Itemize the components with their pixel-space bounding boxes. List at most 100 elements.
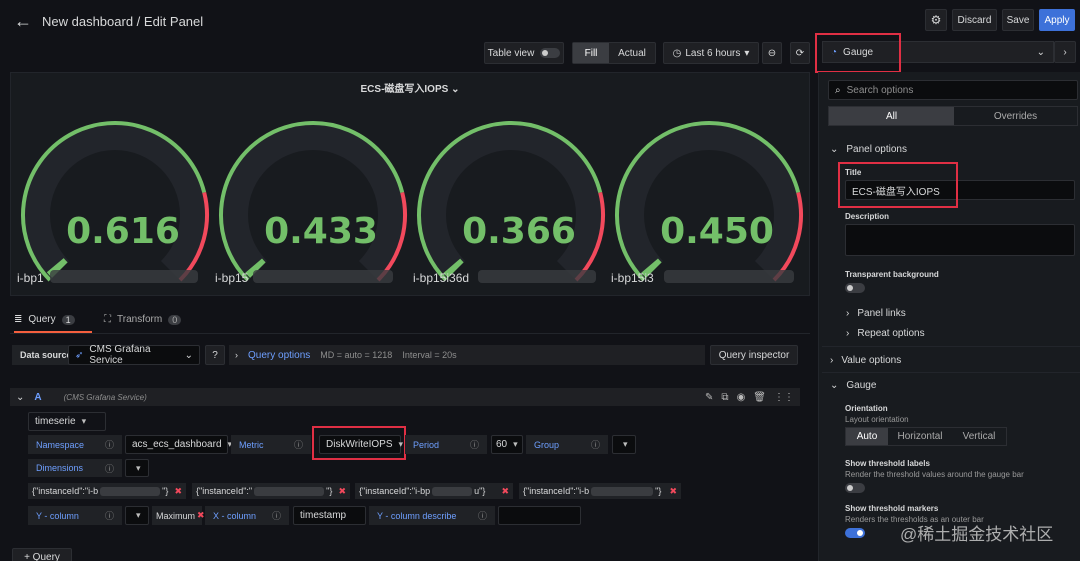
group-select[interactable] — [612, 435, 636, 454]
data-source-picker[interactable]: ➶ CMS Grafana Service ⌄ — [68, 344, 200, 366]
dimension-chip[interactable]: {"instanceId":"i-bp u"} ✖ — [355, 483, 513, 499]
highlight-metric — [312, 426, 406, 460]
x-column-input[interactable]: timestamp — [293, 506, 366, 525]
table-view-label: Table view — [487, 47, 535, 59]
query-inspector-button[interactable]: Query inspector — [710, 345, 798, 365]
edit-icon[interactable]: ✎ — [705, 392, 713, 403]
tab-overrides[interactable]: Overrides — [954, 107, 1077, 125]
actual-button[interactable]: Actual — [609, 43, 655, 63]
highlight-visualization — [815, 33, 901, 73]
drag-handle-icon[interactable]: ⋮⋮ — [774, 392, 794, 403]
query-options-bar[interactable]: › Query options MD = auto = 1218 Interva… — [229, 345, 705, 365]
tab-transform-count: 0 — [168, 314, 182, 325]
metric-label: Metric ⓘ — [231, 435, 311, 454]
delete-icon[interactable]: 🗑 — [753, 392, 766, 403]
x-column-label-text: X - column — [213, 510, 257, 521]
gauge: 0.433 i-bp15 — [215, 121, 407, 285]
panel-links-title: Panel links — [857, 308, 906, 319]
interval-value: Interval = 20s — [402, 350, 457, 360]
chevron-down-icon: ⌄ — [184, 349, 193, 361]
dimension-value: {"instanceId":" — [196, 486, 253, 496]
md-value: MD = auto = 1218 — [320, 350, 393, 360]
query-ref: A — [34, 391, 42, 403]
info-icon: ⓘ — [469, 440, 479, 450]
repeat-options-section[interactable]: › Repeat options — [846, 328, 925, 339]
dimensions-label-text: Dimensions — [36, 463, 84, 473]
query-type-value: timeserie — [35, 416, 76, 427]
orientation-horizontal[interactable]: Horizontal — [888, 428, 952, 445]
redacted-label — [664, 270, 794, 283]
threshold-markers-toggle[interactable] — [845, 528, 865, 538]
group-label-text: Group — [534, 439, 560, 450]
namespace-label: Namespace ⓘ — [28, 435, 122, 454]
dimensions-select[interactable] — [125, 459, 149, 477]
divider — [822, 346, 1080, 347]
remove-icon[interactable]: ✖ — [501, 486, 509, 497]
chevron-right-icon[interactable]: › — [1054, 41, 1076, 63]
discard-button[interactable]: Discard — [952, 9, 997, 31]
chevron-right-icon: › — [846, 308, 850, 319]
panel-links-section[interactable]: › Panel links — [846, 308, 906, 319]
add-query-button[interactable]: + Query — [12, 548, 72, 561]
orientation-auto[interactable]: Auto — [846, 428, 888, 445]
gauge: 0.366 i-bp15i36d — [413, 121, 605, 285]
period-select[interactable]: 60 — [491, 435, 523, 454]
dimension-chip[interactable]: {"instanceId":" "} ✖ — [192, 483, 350, 499]
tab-query[interactable]: ≣ Query 1 — [14, 314, 92, 333]
redacted-text — [254, 486, 325, 496]
remove-icon[interactable]: ✖ — [174, 486, 182, 497]
gauge-value: 0.366 — [462, 211, 576, 252]
time-range-picker[interactable]: ◷ Last 6 hours ▾ — [663, 42, 759, 64]
y-column-describe-input[interactable] — [498, 506, 581, 525]
orientation-vertical[interactable]: Vertical — [952, 428, 1006, 445]
remove-icon[interactable]: ✖ — [669, 486, 677, 497]
y-column-select[interactable] — [125, 506, 149, 525]
toggle-switch[interactable] — [540, 48, 561, 58]
gauge-section[interactable]: ⌄ Gauge — [830, 380, 876, 391]
query-type-select[interactable]: timeserie — [28, 412, 106, 431]
y-column-describe-label-text: Y - column describe — [377, 510, 457, 521]
value-options-section[interactable]: › Value options — [830, 355, 901, 366]
duplicate-icon[interactable]: ⧉ — [721, 392, 728, 403]
gauge-label: i-bp15 — [215, 271, 249, 285]
info-icon: ⓘ — [590, 440, 600, 450]
namespace-select[interactable]: acs_ecs_dashboard — [125, 435, 228, 454]
orientation-label: Orientation — [845, 404, 888, 413]
threshold-labels-toggle[interactable] — [845, 483, 865, 493]
x-column-label: X - column ⓘ — [205, 506, 289, 525]
panel-options-title: Panel options — [846, 144, 907, 155]
remove-icon[interactable]: ✖ — [197, 510, 205, 521]
value-options-title: Value options — [841, 355, 902, 366]
query-row-header[interactable]: ⌄ A (CMS Grafana Service) ✎ ⧉ ◉ 🗑 ⋮⋮ — [10, 388, 800, 406]
highlight-title — [838, 162, 958, 208]
remove-icon[interactable]: ✖ — [338, 486, 346, 497]
settings-gear-icon[interactable]: ⚙ — [925, 9, 947, 31]
period-label: Period ⓘ — [405, 435, 487, 454]
description-textarea[interactable] — [845, 224, 1075, 256]
fill-button[interactable]: Fill — [573, 43, 609, 63]
tab-all[interactable]: All — [829, 107, 954, 125]
transparent-toggle[interactable] — [845, 283, 865, 293]
refresh-icon[interactable]: ⟳ — [790, 42, 810, 64]
namespace-value: acs_ecs_dashboard — [132, 439, 222, 450]
dimension-chip[interactable]: {"instanceId":"i-b "} ✖ — [28, 483, 186, 499]
threshold-labels-label: Show threshold labels — [845, 459, 930, 468]
dimensions-label: Dimensions ⓘ — [28, 459, 122, 477]
panel-options-section[interactable]: ⌄ Panel options — [830, 144, 907, 155]
clock-icon: ◷ — [672, 47, 682, 59]
tab-transform[interactable]: ⛶ Transform 0 — [104, 314, 182, 325]
back-arrow-icon[interactable]: ← — [14, 11, 32, 32]
dimension-chip[interactable]: {"instanceId":"i-b "} ✖ — [519, 483, 681, 499]
search-icon: ⌕ — [835, 84, 841, 96]
orientation-desc: Layout orientation — [845, 415, 909, 424]
eye-icon[interactable]: ◉ — [737, 392, 746, 403]
zoom-out-icon[interactable]: ⊖ — [762, 42, 782, 64]
query-options-label: Query options — [248, 349, 311, 361]
apply-button[interactable]: Apply — [1039, 9, 1075, 31]
save-button[interactable]: Save — [1002, 9, 1034, 31]
search-options-input[interactable]: ⌕ Search options — [828, 80, 1078, 100]
table-view-toggle[interactable]: Table view — [484, 42, 564, 64]
y-column-chip[interactable]: Maximum ✖ — [152, 506, 205, 525]
period-label-text: Period — [413, 439, 440, 450]
help-icon[interactable]: ? — [205, 345, 225, 365]
